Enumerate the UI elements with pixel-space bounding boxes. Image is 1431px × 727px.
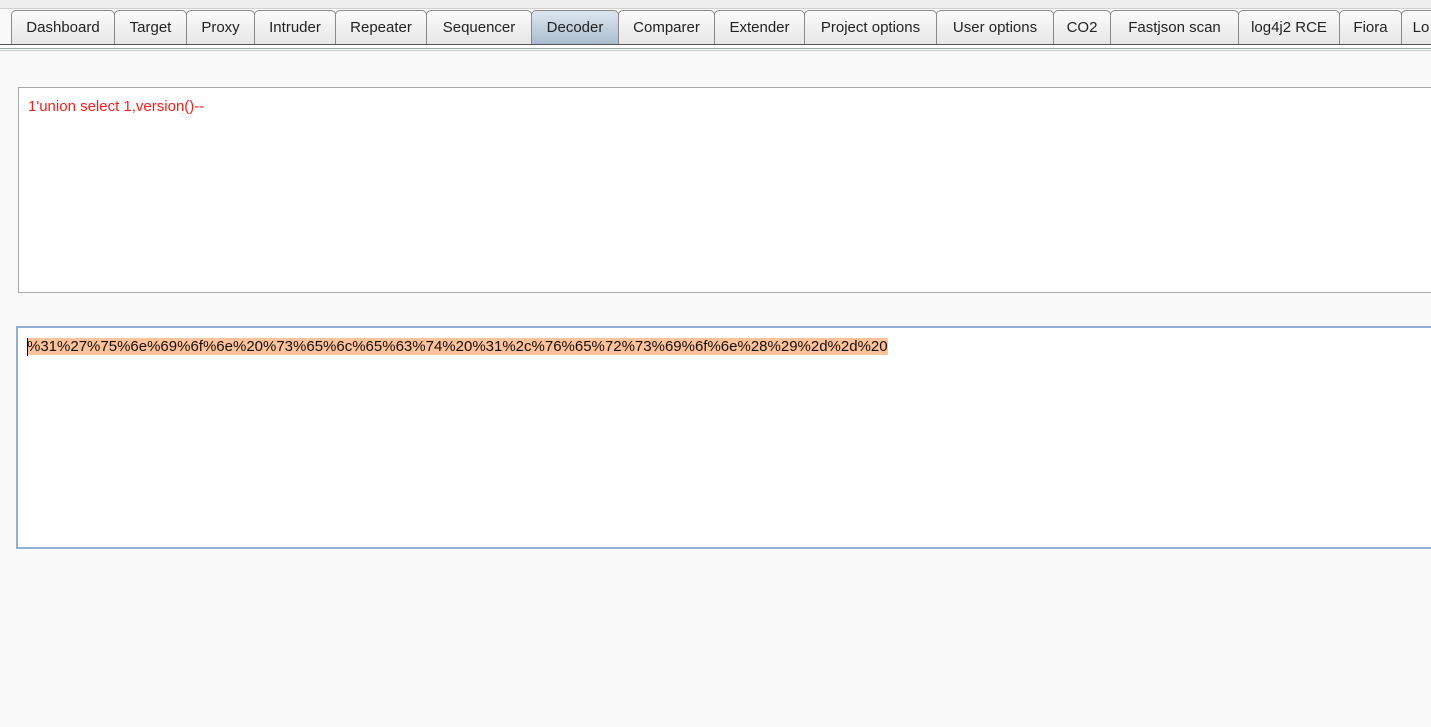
tab-comparer[interactable]: Comparer: [618, 10, 715, 44]
tab-repeater[interactable]: Repeater: [335, 10, 427, 44]
tab-fiora[interactable]: Fiora: [1339, 10, 1402, 44]
tab-fastjson-scan[interactable]: Fastjson scan: [1110, 10, 1239, 44]
text-caret: [27, 338, 28, 356]
tab-proxy[interactable]: Proxy: [186, 10, 255, 44]
tab-underline: [0, 44, 1431, 49]
tab-lo[interactable]: Lo: [1401, 10, 1431, 44]
decoder-input-area[interactable]: 1'union select 1,version()--: [18, 87, 1431, 293]
decoder-output-area[interactable]: %31%27%75%6e%69%6f%6e%20%73%65%6c%65%63%…: [16, 326, 1431, 549]
tab-project-options[interactable]: Project options: [804, 10, 937, 44]
tab-dashboard[interactable]: Dashboard: [11, 10, 115, 44]
window-top-strip: [0, 0, 1431, 9]
decoder-input-text[interactable]: 1'union select 1,version()--: [28, 98, 204, 115]
main-tab-bar: Dashboard Target Proxy Intruder Repeater Sequ…: [11, 10, 1431, 44]
tab-intruder[interactable]: Intruder: [254, 10, 336, 44]
divider: [0, 50, 1431, 51]
tab-sequencer[interactable]: Sequencer: [426, 10, 532, 44]
tab-log4j2-rce[interactable]: log4j2 RCE: [1238, 10, 1340, 44]
tab-decoder[interactable]: Decoder: [531, 10, 619, 44]
tab-co2[interactable]: CO2: [1053, 10, 1111, 44]
tab-extender[interactable]: Extender: [714, 10, 805, 44]
tab-user-options[interactable]: User options: [936, 10, 1054, 44]
tab-target[interactable]: Target: [114, 10, 187, 44]
decoder-output-text[interactable]: %31%27%75%6e%69%6f%6e%20%73%65%6c%65%63%…: [27, 338, 888, 355]
